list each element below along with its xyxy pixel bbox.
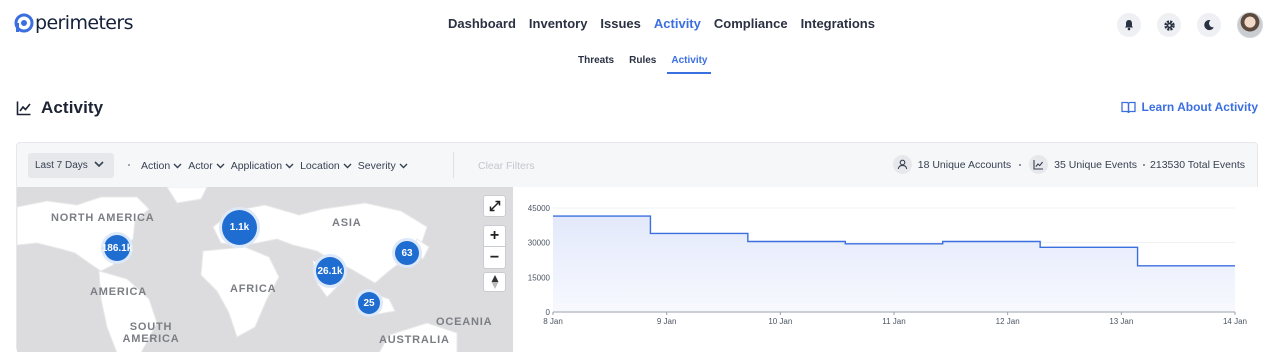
chevron-down-icon xyxy=(94,161,104,168)
users-icon xyxy=(897,159,907,170)
filter-actor[interactable]: Actor xyxy=(188,160,225,172)
chevron-down-icon xyxy=(399,163,408,169)
map-label-africa: AFRICA xyxy=(230,283,277,295)
header-actions xyxy=(1117,12,1263,38)
clear-filters-button[interactable]: Clear Filters xyxy=(478,160,535,172)
tab-activity[interactable]: Activity xyxy=(667,55,712,74)
map-cluster-india[interactable]: 26.1k xyxy=(313,254,347,288)
separator-dot xyxy=(1143,163,1146,166)
line-chart-icon xyxy=(16,101,31,116)
chevron-down-icon xyxy=(285,163,294,169)
y-tick-label: 0 xyxy=(546,308,551,317)
theme-toggle-button[interactable] xyxy=(1197,13,1221,37)
compass-icon xyxy=(491,275,498,289)
filter-location-label: Location xyxy=(300,160,340,172)
x-tick-label: 14 Jan xyxy=(1223,317,1247,326)
map-label-north-america: NORTH AMERICA xyxy=(51,212,155,224)
map-cluster-southeast-asia[interactable]: 25 xyxy=(355,289,383,317)
filter-action[interactable]: Action xyxy=(141,160,182,172)
separator-dot xyxy=(1019,163,1022,166)
nav-compliance[interactable]: Compliance xyxy=(714,16,788,31)
map-cluster-north-america[interactable]: 186.1k xyxy=(101,232,133,264)
map-label-asia: ASIA xyxy=(332,217,362,229)
learn-link-label: Learn About Activity xyxy=(1141,100,1258,114)
accounts-stat-icon xyxy=(892,155,912,174)
nav-integrations[interactable]: Integrations xyxy=(801,16,875,31)
y-tick-label: 30000 xyxy=(528,239,551,248)
main-nav: Dashboard Inventory Issues Activity Comp… xyxy=(448,16,888,31)
nav-issues[interactable]: Issues xyxy=(600,16,640,31)
total-events-stat: 213530 Total Events xyxy=(1150,158,1245,171)
x-tick-label: 9 Jan xyxy=(657,317,677,326)
x-tick-label: 13 Jan xyxy=(1109,317,1133,326)
brand-name: perimeters xyxy=(35,12,133,34)
zoom-in-button[interactable]: + xyxy=(483,225,506,247)
learn-about-activity-link[interactable]: Learn About Activity xyxy=(1120,100,1258,114)
filter-application-label: Application xyxy=(230,160,283,172)
expand-icon xyxy=(489,200,500,212)
series-area xyxy=(553,216,1235,312)
reset-bearing-button[interactable] xyxy=(483,272,506,292)
logo-mark-icon xyxy=(14,13,34,33)
logo[interactable]: perimeters xyxy=(14,12,133,34)
events-stat-icon xyxy=(1029,155,1049,174)
map-cluster-east-asia[interactable]: 63 xyxy=(392,238,422,268)
date-range-select[interactable]: Last 7 Days xyxy=(28,153,114,178)
activity-map[interactable]: NORTH AMERICA ASIA AFRICA AMERICA SOUTH … xyxy=(17,187,513,352)
events-chart-svg: 0 15000 30000 45000 8 Jan 9 Jan 10 Jan 11 Jan 12… xyxy=(528,204,1247,326)
bell-icon xyxy=(1125,20,1133,31)
chevron-down-icon xyxy=(173,163,182,169)
stats-summary: 18 Unique Accounts 35 Unique Events 2135… xyxy=(892,155,1245,174)
activity-panel: Last 7 Days Action Actor Application Loc… xyxy=(16,142,1258,352)
x-tick-label: 10 Jan xyxy=(768,317,792,326)
map-label-australia: AUSTRALIA xyxy=(379,334,450,346)
fullscreen-button[interactable] xyxy=(483,195,506,217)
gear-icon xyxy=(1163,19,1175,31)
unique-events-stat: 35 Unique Events xyxy=(1054,158,1138,171)
moon-icon xyxy=(1204,20,1214,31)
filter-action-label: Action xyxy=(141,160,171,172)
line-chart-icon xyxy=(1033,160,1044,170)
filter-actor-label: Actor xyxy=(188,160,213,172)
y-tick-label: 45000 xyxy=(528,204,551,213)
settings-button[interactable] xyxy=(1157,13,1181,37)
filter-severity[interactable]: Severity xyxy=(358,160,408,172)
separator-dot xyxy=(128,164,130,166)
book-icon xyxy=(1120,101,1136,113)
nav-inventory[interactable]: Inventory xyxy=(529,16,588,31)
events-chart: 0 15000 30000 45000 8 Jan 9 Jan 10 Jan 11 Jan 12… xyxy=(513,187,1258,352)
x-tick-label: 11 Jan xyxy=(882,317,905,326)
x-tick-label: 8 Jan xyxy=(543,317,563,326)
notifications-button[interactable] xyxy=(1117,13,1141,37)
filter-application[interactable]: Application xyxy=(231,160,294,172)
user-avatar[interactable] xyxy=(1237,12,1263,38)
zoom-out-button[interactable]: − xyxy=(483,247,506,269)
sub-nav: Threats Rules Activity xyxy=(578,55,726,74)
nav-dashboard[interactable]: Dashboard xyxy=(448,16,516,31)
chevron-down-icon xyxy=(216,163,225,169)
filter-severity-label: Severity xyxy=(357,160,396,172)
map-label-america: AMERICA xyxy=(90,286,147,298)
date-range-value: Last 7 Days xyxy=(35,160,88,171)
page-title: Activity xyxy=(41,98,104,117)
unique-accounts-stat: 18 Unique Accounts xyxy=(917,158,1012,171)
filter-bar: Last 7 Days Action Actor Application Loc… xyxy=(17,143,1257,187)
x-tick-label: 12 Jan xyxy=(996,317,1020,326)
y-tick-label: 15000 xyxy=(528,273,551,282)
map-cluster-europe[interactable]: 1.1k xyxy=(219,207,260,248)
nav-activity[interactable]: Activity xyxy=(654,16,701,31)
map-label-oceania: OCEANIA xyxy=(436,316,493,328)
divider xyxy=(453,152,454,178)
tab-rules[interactable]: Rules xyxy=(629,55,656,74)
filter-location[interactable]: Location xyxy=(300,160,352,172)
page-header: Activity xyxy=(16,98,103,118)
map-label-south-america: SOUTH AMERICA xyxy=(122,321,180,345)
tab-threats[interactable]: Threats xyxy=(578,55,614,74)
chevron-down-icon xyxy=(343,163,352,169)
filter-dropdowns: Action Actor Application Location Severi… xyxy=(141,160,414,172)
